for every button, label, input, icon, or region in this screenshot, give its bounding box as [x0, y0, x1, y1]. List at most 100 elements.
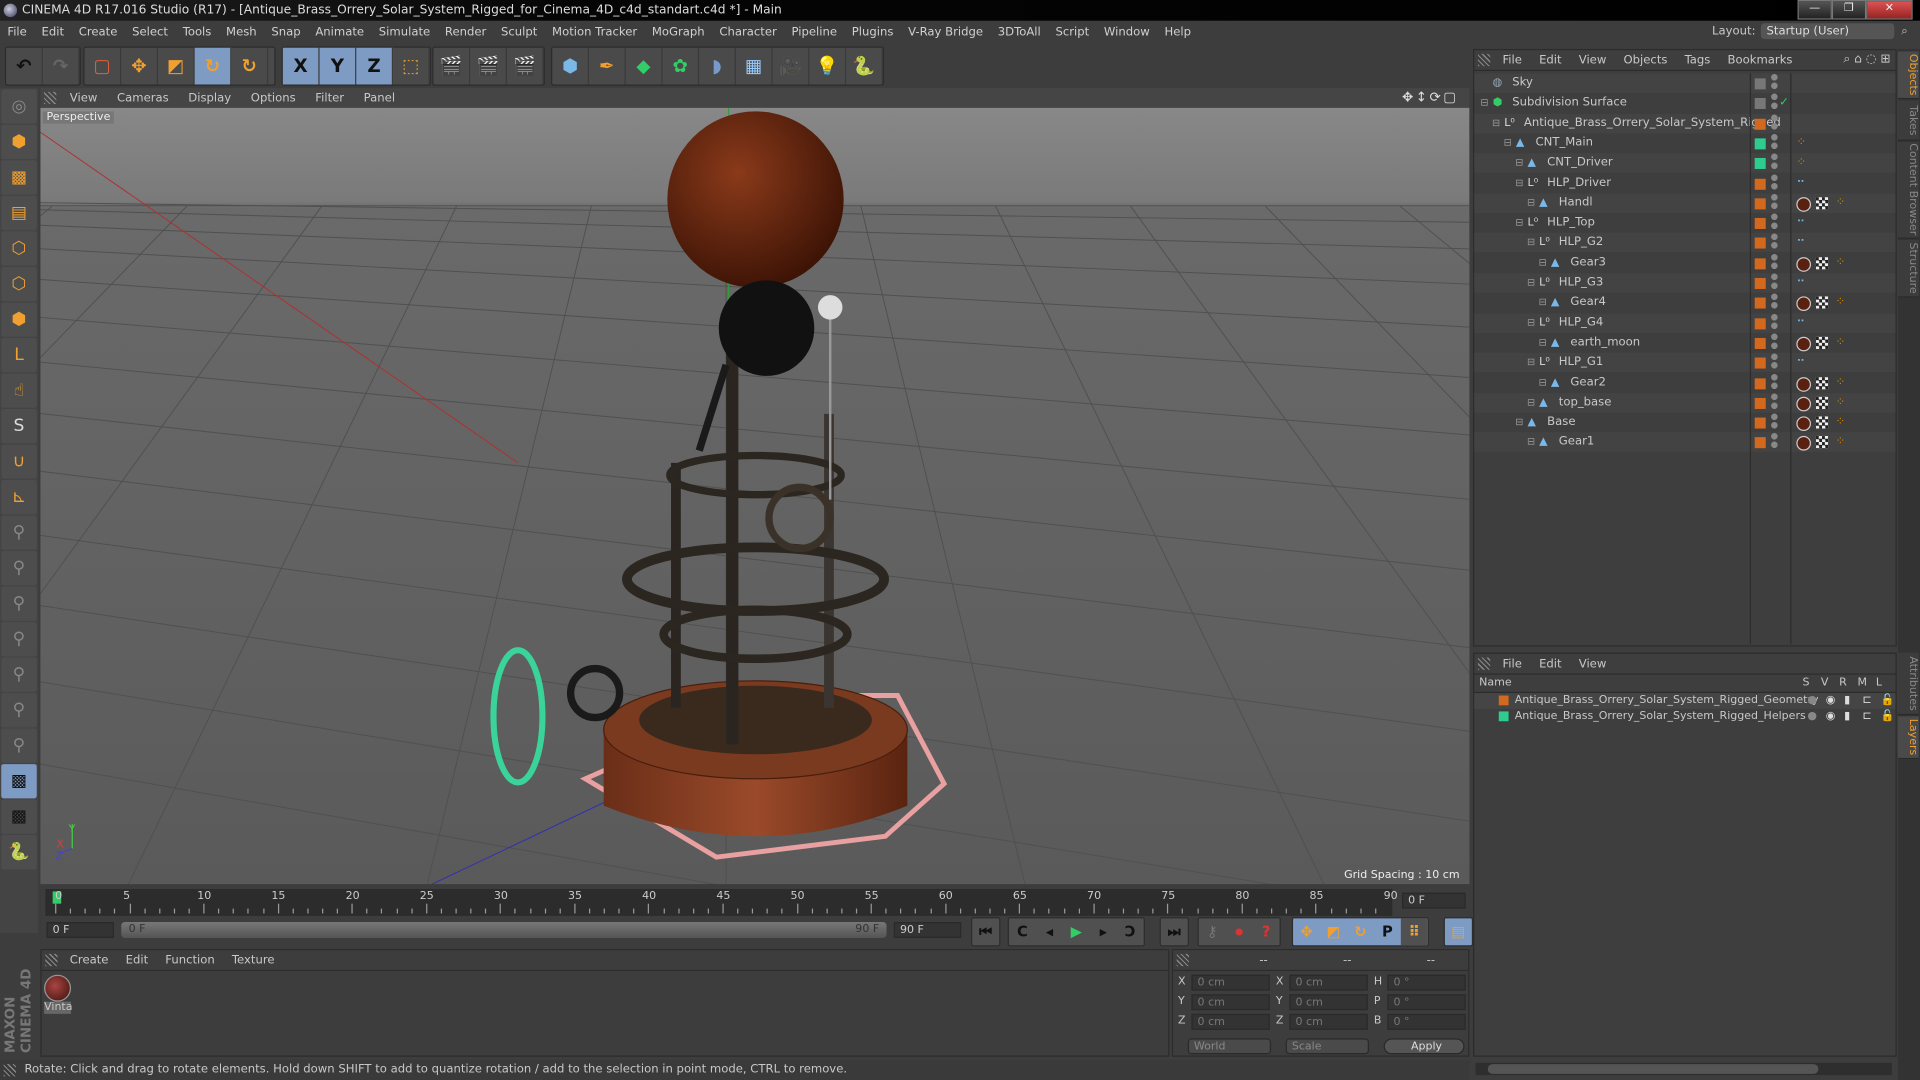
viewport-nav-icons[interactable]: ✥↕⟳▢ — [1402, 89, 1458, 105]
cloner-icon[interactable]: ✿ — [662, 47, 700, 85]
manager-toggle-icon[interactable]: ⊏ — [1862, 693, 1871, 709]
visibility-dots-icon[interactable]: ● ● — [1771, 213, 1778, 230]
sculpt-brush-icon[interactable]: ⚲ — [1, 728, 37, 763]
object-row-base[interactable]: ⊟ ▲ Base ● ● ⁘ — [1474, 412, 1895, 433]
object-row-gear1[interactable]: ⊟ ▲ Gear1 ● ● ⁘ — [1474, 432, 1896, 453]
ik-tag-icon[interactable]: ⁘ — [1796, 153, 1806, 173]
texture-tag-icon[interactable] — [1815, 436, 1829, 449]
layer-color-swatch[interactable] — [1754, 317, 1766, 329]
current-frame-field[interactable]: 0 F — [1402, 892, 1466, 909]
expand-toggle-icon[interactable]: ⊟ — [1515, 213, 1523, 233]
constraint-tag-icon[interactable]: ⠒ — [1796, 233, 1805, 253]
render-toggle-icon[interactable]: ▮ — [1844, 693, 1850, 709]
render-picture-viewer-icon[interactable]: 🎬 — [470, 47, 507, 85]
play-icon[interactable]: ▶ — [1063, 918, 1090, 945]
constraint-tag-icon[interactable]: ⠒ — [1796, 173, 1805, 193]
solo-toggle-icon[interactable]: ● — [1807, 693, 1817, 709]
constraint-tag-icon[interactable]: ⠒ — [1796, 273, 1805, 293]
visibility-dots-icon[interactable]: ● ● — [1771, 173, 1778, 190]
scale-tool-icon[interactable]: ◩ — [158, 47, 195, 85]
visibility-dots-icon[interactable]: ● ● — [1771, 233, 1778, 250]
visibility-dots-icon[interactable]: ● ● — [1771, 412, 1778, 430]
material-tag-icon[interactable] — [1796, 256, 1812, 272]
material-tag-icon[interactable] — [1796, 396, 1812, 412]
autokey-icon[interactable]: ⏺ — [1226, 918, 1253, 945]
menu-script[interactable]: Script — [1048, 26, 1096, 39]
object-row-cnt-driver[interactable]: ⊟ ▲ CNT_Driver ● ● ⁘ — [1474, 153, 1896, 173]
layer-color-swatch[interactable] — [1754, 377, 1766, 389]
end-frame-field[interactable]: 90 F — [893, 922, 962, 938]
visibility-dots-icon[interactable]: ● ● — [1771, 252, 1778, 270]
ik-tag-icon[interactable]: ⁘ — [1796, 133, 1806, 153]
close-button[interactable]: ✕ — [1866, 0, 1913, 20]
restore-button[interactable]: ❐ — [1831, 0, 1867, 20]
object-row-gear2[interactable]: ⊟ ▲ Gear2 ● ● ⁘ — [1474, 372, 1895, 393]
visibility-dots-icon[interactable]: ● ● — [1771, 193, 1778, 210]
layer-color-swatch[interactable] — [1754, 297, 1766, 309]
visibility-dots-icon[interactable]: ● ● — [1771, 73, 1778, 90]
menu-bookmarks[interactable]: Bookmarks — [1719, 53, 1801, 66]
search-icon[interactable]: ⌕ — [1901, 24, 1908, 37]
python-icon[interactable]: 🐍 — [846, 47, 883, 85]
coord-field[interactable]: 0 ° — [1387, 974, 1466, 991]
object-row-hlp-g1[interactable]: ⊟ L⁰ HLP_G1 ● ● ⠒ — [1474, 352, 1896, 373]
lock-toggle-icon[interactable]: 🔓 — [1881, 709, 1895, 725]
menu-v-ray-bridge[interactable]: V-Ray Bridge — [901, 26, 991, 39]
live-selection-icon[interactable]: ▢ — [84, 47, 122, 85]
menu-mograph[interactable]: MoGraph — [644, 26, 712, 39]
layer-color-swatch[interactable] — [1754, 158, 1766, 170]
magnet-icon[interactable]: ∪ — [1, 444, 37, 479]
object-row-hlp-g2[interactable]: ⊟ L⁰ HLP_G2 ● ● ⠒ — [1474, 233, 1896, 253]
sculpt-brush-icon[interactable]: ⚲ — [1, 515, 37, 550]
viewport-menu-options[interactable]: Options — [241, 91, 305, 104]
menu-function[interactable]: Function — [157, 953, 224, 966]
viewport-menu-display[interactable]: Display — [179, 91, 241, 104]
viewport-menu-filter[interactable]: Filter — [305, 91, 353, 104]
menu-select[interactable]: Select — [125, 26, 176, 39]
layer-color-swatch[interactable] — [1754, 178, 1766, 190]
z-axis-lock-button[interactable]: Z — [356, 47, 394, 85]
texture-mode-icon[interactable]: ▩ — [1, 160, 37, 195]
coord-field[interactable]: 0 cm — [1289, 994, 1368, 1011]
menu-simulate[interactable]: Simulate — [371, 26, 437, 39]
menu-animate[interactable]: Animate — [308, 26, 371, 39]
coord-field[interactable]: 0 cm — [1191, 1013, 1270, 1030]
camera-icon[interactable]: 🎥 — [773, 47, 810, 85]
range-slider[interactable]: 0 F 90 F — [121, 922, 887, 938]
render-view-icon[interactable]: 🎬 — [433, 47, 471, 85]
menu-plugins[interactable]: Plugins — [844, 26, 900, 39]
menu-create[interactable]: Create — [71, 26, 124, 39]
tab-objects[interactable]: Objects — [1897, 51, 1919, 100]
layer-color-swatch[interactable] — [1754, 357, 1766, 369]
pen-spline-icon[interactable]: ✒ — [589, 47, 626, 85]
object-row-hlp-g4[interactable]: ⊟ L⁰ HLP_G4 ● ● ⠒ — [1474, 312, 1896, 333]
undo-button[interactable]: ↶ — [6, 47, 43, 85]
texture-tag-icon[interactable] — [1815, 196, 1829, 210]
minimize-button[interactable]: — — [1797, 0, 1832, 20]
next-frame-icon[interactable]: ▸ — [1090, 918, 1117, 945]
sculpt-brush-icon[interactable]: ⚲ — [1, 551, 37, 586]
layer-row[interactable]: Antique_Brass_Orrery_Solar_System_Rigged… — [1474, 693, 1896, 709]
coord-field[interactable]: 0 cm — [1289, 974, 1368, 991]
expand-toggle-icon[interactable]: ⊟ — [1539, 333, 1547, 353]
apply-button[interactable]: Apply — [1383, 1038, 1465, 1055]
object-row-gear4[interactable]: ⊟ ▲ Gear4 ● ● ⁘ — [1474, 292, 1895, 313]
tab-takes[interactable]: Takes — [1897, 100, 1919, 141]
texture-tag-icon[interactable] — [1815, 376, 1829, 389]
layer-column-v[interactable]: V — [1821, 676, 1829, 692]
visibility-dots-icon[interactable]: ● ● — [1771, 133, 1778, 150]
layer-color-swatch[interactable] — [1754, 118, 1766, 130]
sculpt-brush-icon[interactable]: ⚲ — [1, 586, 37, 621]
layer-color-swatch[interactable] — [1498, 695, 1509, 706]
menu-character[interactable]: Character — [712, 26, 784, 39]
rotate-tool-icon[interactable]: ↻ — [194, 47, 232, 85]
solo-toggle-icon[interactable]: ● — [1807, 709, 1817, 725]
visibility-dots-icon[interactable]: ● ● — [1771, 332, 1778, 350]
expand-toggle-icon[interactable]: ⊟ — [1539, 253, 1547, 273]
expand-toggle-icon[interactable]: ⊟ — [1492, 113, 1500, 133]
layer-column-s[interactable]: S — [1802, 676, 1809, 692]
menu-create[interactable]: Create — [61, 953, 117, 966]
tab-content-browser[interactable]: Content Browser — [1897, 142, 1919, 239]
viewport-menu-panel[interactable]: Panel — [354, 91, 405, 104]
coordinate-space-dropdown[interactable]: World — [1187, 1038, 1272, 1055]
